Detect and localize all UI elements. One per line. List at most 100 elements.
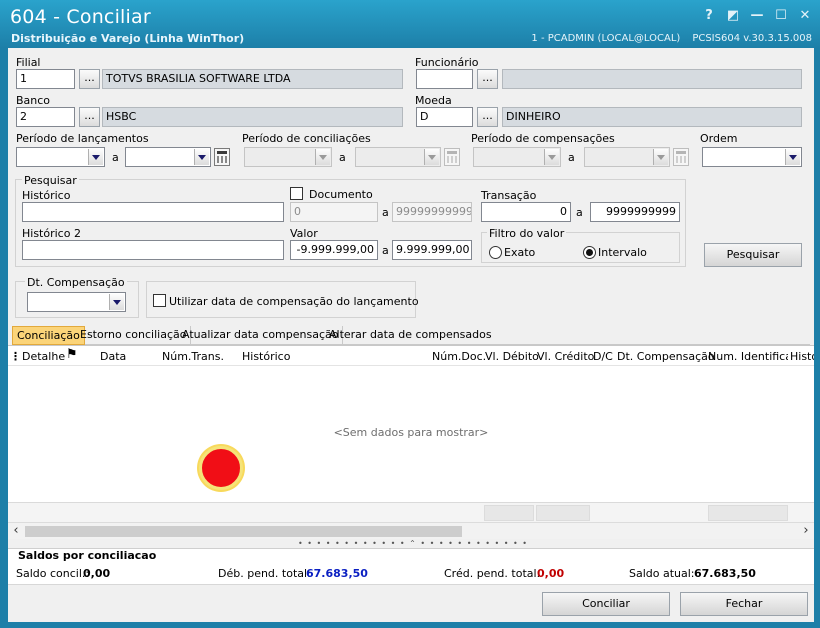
filial-name-field: TOTVS BRASILIA SOFTWARE LTDA <box>102 69 403 89</box>
pesquisar-group-label: Pesquisar <box>22 174 79 187</box>
panel-splitter[interactable]: • • • • • • • • • • • • ⌃ • • • • • • • … <box>288 540 538 548</box>
restore-layout-icon[interactable]: ◩ <box>726 8 740 23</box>
filial-code-input[interactable]: 1 <box>16 69 75 89</box>
window-controls: ? ◩ — ☐ ✕ <box>702 8 812 23</box>
periodo-comp-inicio-combo <box>473 147 561 167</box>
transacao-label: Transação <box>481 189 537 202</box>
scroll-left-icon[interactable]: ‹ <box>8 523 24 540</box>
click-indicator <box>199 446 243 490</box>
deb-pend-value: 67.683,50 <box>306 567 368 580</box>
deb-pend-label: Déb. pend. total: <box>218 567 311 580</box>
column-historico[interactable]: Histórico <box>242 350 290 363</box>
moeda-lookup-button[interactable]: ... <box>477 107 498 127</box>
banco-code-input[interactable]: 2 <box>16 107 75 127</box>
maximize-icon[interactable]: ☐ <box>774 8 788 23</box>
historico2-input[interactable] <box>22 240 284 260</box>
chevron-down-icon[interactable] <box>785 149 800 165</box>
saldos-panel: Saldos por conciliacao Saldo concil.: 0,… <box>8 548 814 584</box>
filial-lookup-button[interactable]: ... <box>79 69 100 89</box>
tab-strip: Conciliação Estorno conciliação Atualiza… <box>12 326 810 345</box>
column-detalhe[interactable]: Detalhe <box>22 350 65 363</box>
chevron-down-icon <box>315 149 330 165</box>
column-num-identificacao[interactable]: Num. Identificaç <box>708 350 788 363</box>
horizontal-scrollbar[interactable]: ‹ › <box>8 522 814 539</box>
ordem-combo[interactable] <box>702 147 802 167</box>
moeda-code-input[interactable]: D <box>416 107 473 127</box>
chevron-down-icon <box>424 149 439 165</box>
saldo-concil-value: 0,00 <box>83 567 111 580</box>
flag-icon: ⚑ <box>66 347 78 362</box>
range-separator: a <box>382 244 389 257</box>
chevron-down-icon[interactable] <box>194 149 209 165</box>
window-subtitle: Distribuição e Varejo (Linha WinThor) <box>11 32 245 45</box>
column-vl-credito[interactable]: Vl. Crédito <box>537 350 594 363</box>
utilizar-data-checkbox[interactable] <box>153 294 166 307</box>
banco-lookup-button[interactable]: ... <box>79 107 100 127</box>
tab-estorno-conciliacao[interactable]: Estorno conciliação <box>76 326 192 345</box>
main-panel: Filial 1 ... TOTVS BRASILIA SOFTWARE LTD… <box>8 48 814 622</box>
banco-name-field: HSBC <box>102 107 403 127</box>
close-icon[interactable]: ✕ <box>798 8 812 23</box>
filtro-intervalo-radio[interactable] <box>583 246 596 259</box>
empty-grid-message: <Sem dados para mostrar> <box>333 426 489 439</box>
column-num-doc[interactable]: Núm.Doc. <box>432 350 486 363</box>
cred-pend-label: Créd. pend. total: <box>444 567 541 580</box>
saldo-atual-value: 67.683,50 <box>694 567 756 580</box>
utilizar-data-label: Utilizar data de compensação do lançamen… <box>169 295 419 308</box>
pesquisar-button[interactable]: Pesquisar <box>704 243 802 267</box>
filtro-intervalo-label: Intervalo <box>598 246 647 259</box>
scroll-right-icon[interactable]: › <box>798 523 814 540</box>
periodo-compensacoes-label: Período de compensações <box>471 132 615 145</box>
documento-checkbox[interactable] <box>290 187 303 200</box>
funcionario-name-field <box>502 69 802 89</box>
tab-conciliacao[interactable]: Conciliação <box>12 326 85 345</box>
conciliar-button[interactable]: Conciliar <box>542 592 670 616</box>
fechar-button[interactable]: Fechar <box>680 592 808 616</box>
filtro-exato-radio[interactable] <box>489 246 502 259</box>
transacao-from-input[interactable]: 0 <box>481 202 571 222</box>
status-user: 1 - PCADMIN (LOCAL@LOCAL) <box>531 33 681 44</box>
moeda-name-field: DINHEIRO <box>502 107 802 127</box>
range-separator: a <box>576 206 583 219</box>
periodo-conc-fim-combo <box>355 147 441 167</box>
range-separator: a <box>339 151 346 164</box>
valor-to-input[interactable]: 9.999.999,00 <box>392 240 472 260</box>
chevron-down-icon <box>544 149 559 165</box>
saldo-atual-label: Saldo atual: <box>629 567 695 580</box>
documento-from-input: 0 <box>290 202 378 222</box>
chevron-down-icon[interactable] <box>88 149 103 165</box>
column-num-trans[interactable]: Núm.Trans. <box>162 350 224 363</box>
column-dt-compensacao[interactable]: Dt. Compensação <box>617 350 715 363</box>
grid-header: ⋮ Detalhe ⚑ Data Núm.Trans. Histórico Nú… <box>8 346 814 366</box>
column-historico-extra[interactable]: Histó <box>790 350 814 363</box>
periodo-lanc-fim-combo[interactable] <box>125 147 211 167</box>
column-vl-debito[interactable]: Vl. Débito <box>485 350 539 363</box>
scrollbar-thumb[interactable] <box>25 526 462 537</box>
funcionario-lookup-button[interactable]: ... <box>477 69 498 89</box>
column-data[interactable]: Data <box>100 350 126 363</box>
historico-input[interactable] <box>22 202 284 222</box>
chevron-down-icon <box>653 149 668 165</box>
periodo-lanc-inicio-combo[interactable] <box>16 147 105 167</box>
chevron-down-icon[interactable] <box>109 294 124 310</box>
funcionario-label: Funcionário <box>415 56 479 69</box>
column-chooser-icon[interactable]: ⋮ <box>10 350 20 363</box>
saldos-title: Saldos por conciliacao <box>18 549 157 562</box>
transacao-to-input[interactable]: 9999999999 <box>590 202 680 222</box>
saldo-concil-label: Saldo concil.: <box>16 567 90 580</box>
dt-compensacao-combo[interactable] <box>27 292 126 312</box>
banco-label: Banco <box>16 94 51 107</box>
help-icon[interactable]: ? <box>702 8 716 23</box>
minimize-icon[interactable]: — <box>750 8 764 23</box>
column-dc[interactable]: D/C <box>593 350 613 363</box>
window-title: 604 - Conciliar <box>10 6 151 28</box>
valor-from-input[interactable]: -9.999.999,00 <box>290 240 378 260</box>
tab-alterar-data-compensados[interactable]: Alterar data de compensados <box>325 326 496 345</box>
funcionario-code-input[interactable] <box>416 69 473 89</box>
historico2-label: Histórico 2 <box>22 227 81 240</box>
range-separator: a <box>568 151 575 164</box>
calendar-icon[interactable] <box>214 148 230 166</box>
calendar-icon <box>444 148 460 166</box>
summary-cell <box>536 505 590 521</box>
tab-atualizar-data-compensacao[interactable]: Atualizar data compensação <box>178 326 344 345</box>
